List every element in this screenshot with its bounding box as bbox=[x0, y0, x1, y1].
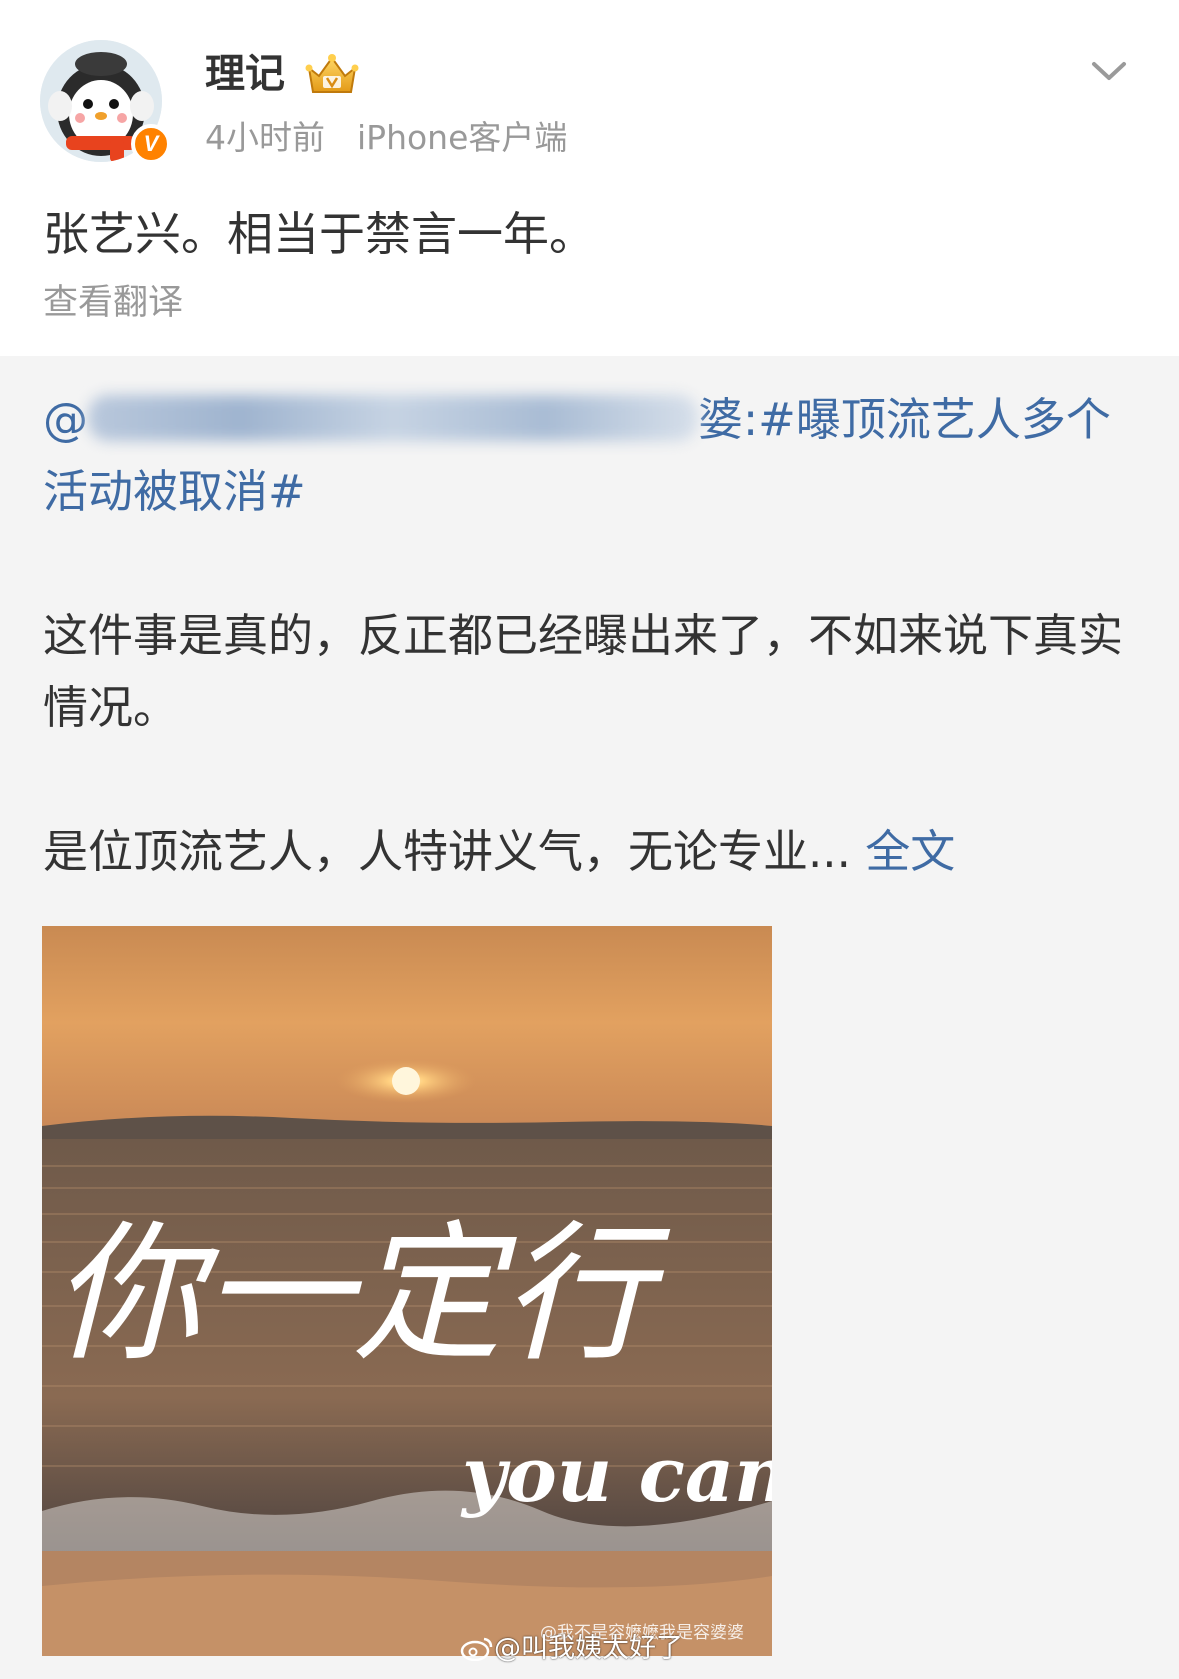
post-time: 4小时前 bbox=[205, 118, 325, 157]
repost-image[interactable]: 你一定行 you can bbox=[42, 926, 772, 1656]
translate-link[interactable]: 查看翻译 bbox=[43, 280, 183, 326]
post-header: V 理记 4小时前 iPhone客户端 张艺兴。相当于禁言一年。 查看翻译 bbox=[0, 0, 1179, 356]
chevron-down-icon[interactable] bbox=[1086, 56, 1132, 86]
verified-badge: V bbox=[131, 124, 171, 164]
mention-link[interactable]: @ 婆 bbox=[43, 393, 743, 446]
author-name[interactable]: 理记 bbox=[205, 48, 285, 100]
you-can-text: you can bbox=[460, 1430, 772, 1519]
repost-paragraph-2: 是位顶流艺人，人特讲义气，无论专业... 全文 bbox=[43, 825, 956, 878]
verified-v-icon: V bbox=[143, 131, 159, 156]
repost-header-line: @ 婆:#曝顶流艺人多个活动被取消# bbox=[43, 384, 1153, 528]
vip-crown-icon[interactable] bbox=[303, 52, 361, 98]
blurred-username bbox=[88, 395, 698, 441]
expand-full-text-link[interactable]: 全文 bbox=[865, 825, 955, 878]
post-meta: 4小时前 iPhone客户端 bbox=[205, 116, 567, 160]
post-text: 张艺兴。相当于禁言一年。 bbox=[43, 207, 595, 261]
repost-text: @ 婆:#曝顶流艺人多个活动被取消# 这件事是真的，反正都已经曝出来了，不如来说下… bbox=[43, 384, 1153, 888]
calligraphy-text: 你一定行 bbox=[52, 1208, 671, 1382]
repost-paragraph-1: 这件事是真的，反正都已经曝出来了，不如来说下真实情况。 bbox=[43, 609, 1124, 734]
weibo-logo-icon bbox=[460, 1637, 493, 1661]
image-watermark: @叫我姨太好了 bbox=[460, 1632, 683, 1666]
repost-card[interactable]: @ 婆:#曝顶流艺人多个活动被取消# 这件事是真的，反正都已经曝出来了，不如来说下… bbox=[0, 356, 1179, 1679]
post-source: iPhone客户端 bbox=[357, 118, 568, 157]
sunset-sea-image: 你一定行 you can bbox=[42, 926, 772, 1656]
